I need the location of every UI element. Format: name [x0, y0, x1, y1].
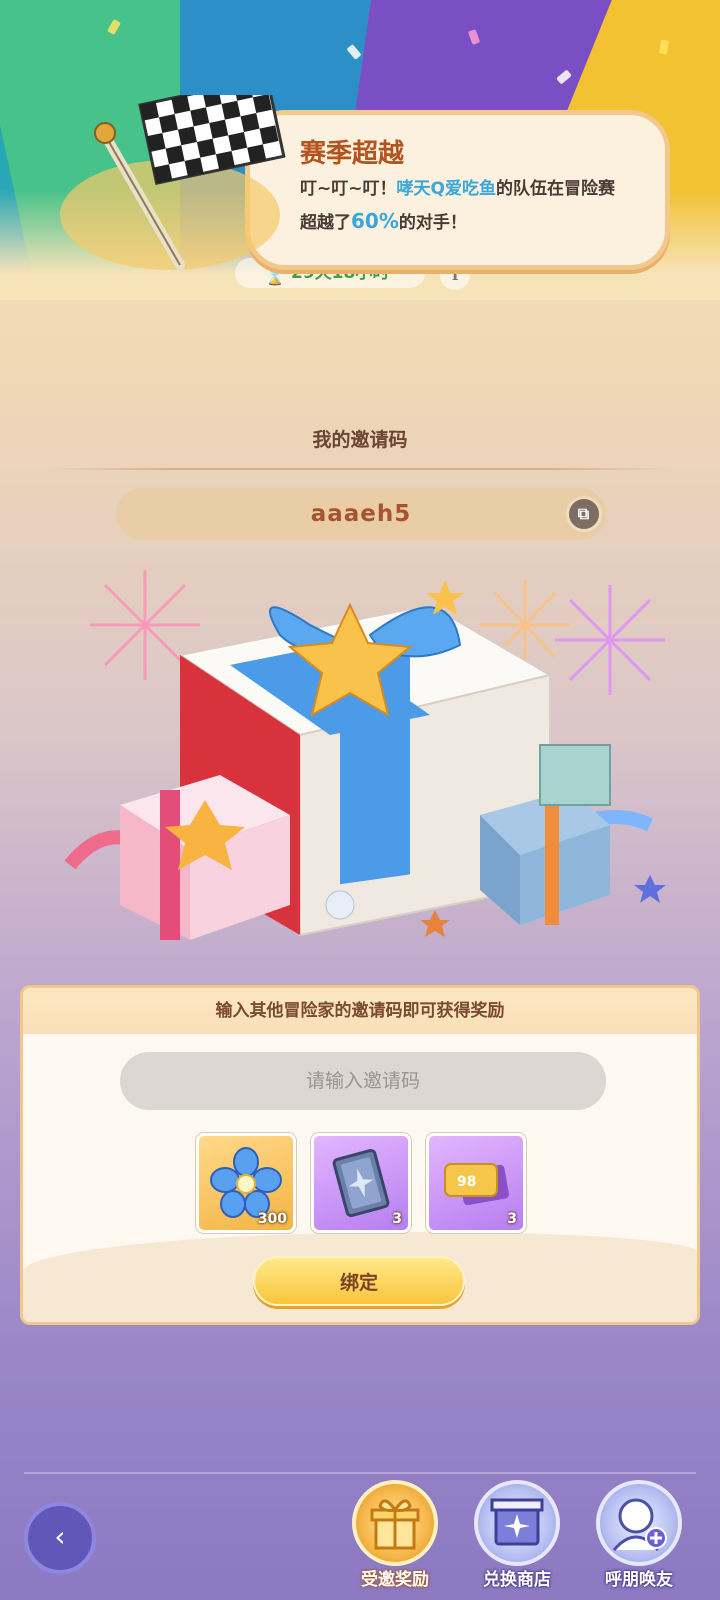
- bind-button[interactable]: 绑定: [253, 1256, 465, 1306]
- notification-prefix: 叮~叮~叮！: [300, 179, 397, 199]
- nav-label: 受邀奖励: [361, 1570, 429, 1590]
- invite-code-bar: aaaeh5 ⧉: [116, 488, 606, 540]
- copy-icon[interactable]: ⧉: [566, 496, 602, 532]
- invite-code-input[interactable]: [120, 1052, 606, 1110]
- reward-count: 3: [507, 1211, 517, 1227]
- reward-item[interactable]: 300: [196, 1133, 296, 1233]
- divider: [47, 468, 673, 470]
- ticket-number: 98: [457, 1174, 476, 1190]
- firework-icon: [555, 585, 665, 695]
- invite-code-value: aaaeh5: [310, 501, 412, 527]
- back-arrow-icon[interactable]: ‹: [24, 1502, 96, 1574]
- nav-divider: [24, 1472, 696, 1474]
- invite-input-panel: 输入其他冒险家的邀请码即可获得奖励 300 3: [20, 985, 700, 1325]
- notification-percent: 60%: [351, 209, 399, 233]
- card-icon: [332, 1148, 390, 1218]
- reward-list: 300 3 98 3: [196, 1133, 526, 1233]
- gift-boxes-illustration: [64, 570, 666, 940]
- blue-flower-icon: [210, 1147, 282, 1218]
- panel-heading: 输入其他冒险家的邀请码即可获得奖励: [23, 988, 697, 1034]
- notification-suffix: 的对手！: [398, 213, 467, 233]
- reward-count: 300: [257, 1211, 287, 1227]
- checkered-flag-icon: [60, 95, 286, 270]
- notification-title: 赛季超越: [300, 139, 405, 169]
- reward-item[interactable]: 3: [311, 1133, 411, 1233]
- ticket-icon: 98: [444, 1163, 509, 1206]
- nav-item-exchange-shop[interactable]: 兑换商店: [462, 1480, 572, 1600]
- reward-count: 3: [392, 1211, 402, 1227]
- notification-body: 叮~叮~叮！哮天Q爱吃鱼的队伍在冒险赛超越了60%的对手！: [300, 173, 630, 239]
- gift-icon: [352, 1480, 438, 1566]
- notification-team-name: 哮天Q爱吃鱼: [396, 179, 496, 199]
- season-notification[interactable]: 赛季超越 叮~叮~叮！哮天Q爱吃鱼的队伍在冒险赛超越了60%的对手！: [245, 110, 670, 270]
- invite-code-title: 我的邀请码: [312, 429, 408, 451]
- nav-item-invited-rewards[interactable]: 受邀奖励: [340, 1480, 450, 1600]
- nav-label: 呼朋唤友: [605, 1570, 673, 1590]
- reward-item[interactable]: 98 3: [426, 1133, 526, 1233]
- nav-label: 兑换商店: [483, 1570, 551, 1590]
- nav-item-call-friends[interactable]: 呼朋唤友: [584, 1480, 694, 1600]
- add-friend-icon: [596, 1480, 682, 1566]
- shop-icon: [474, 1480, 560, 1566]
